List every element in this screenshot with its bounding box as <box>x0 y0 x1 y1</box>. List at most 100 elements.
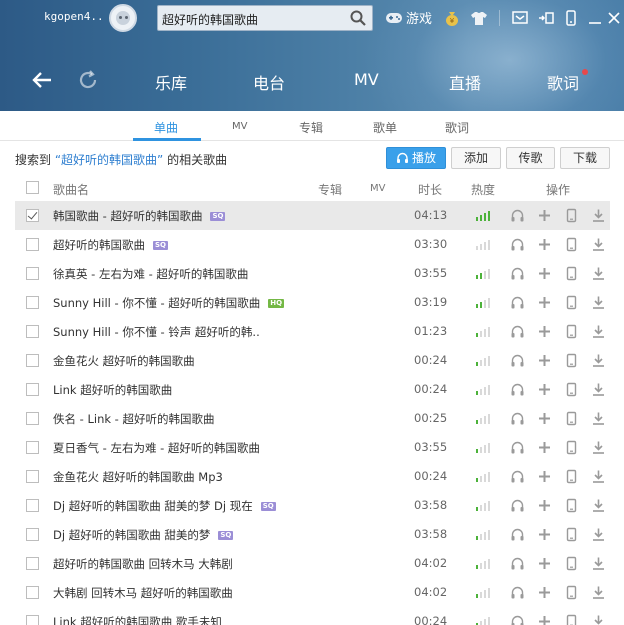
phone-icon[interactable] <box>564 208 579 223</box>
song-row[interactable]: 金鱼花火 超好听的韩国歌曲 Mp3 00:24 <box>15 462 610 491</box>
tshirt-icon[interactable] <box>470 9 488 27</box>
add-icon[interactable] <box>537 295 552 310</box>
song-title-cell[interactable]: Dj 超好听的韩国歌曲 甜美的梦 SQ <box>53 527 234 543</box>
add-icon[interactable] <box>537 237 552 252</box>
song-row[interactable]: 夏日香气 - 左右为难 - 超好听的韩国歌曲 03:55 <box>15 433 610 462</box>
song-row[interactable]: 大韩剧 回转木马 超好听的韩国歌曲 04:02 <box>15 578 610 607</box>
tab-playlists[interactable]: 歌单 <box>373 119 397 136</box>
message-box-icon[interactable] <box>511 9 529 27</box>
add-icon[interactable] <box>537 614 552 625</box>
headphones-icon[interactable] <box>510 498 525 513</box>
download-icon[interactable] <box>591 382 606 397</box>
headphones-icon[interactable] <box>510 237 525 252</box>
phone-icon[interactable] <box>564 353 579 368</box>
download-icon[interactable] <box>591 585 606 600</box>
headphones-icon[interactable] <box>510 614 525 625</box>
song-row[interactable]: 超好听的韩国歌曲 回转木马 大韩剧 04:02 <box>15 549 610 578</box>
download-icon[interactable] <box>591 469 606 484</box>
column-mv[interactable]: MV <box>370 183 385 194</box>
song-row[interactable]: Link 超好听的韩国歌曲 歌手未知 00:24 <box>15 607 610 625</box>
song-title-cell[interactable]: 韩国歌曲 - 超好听的韩国歌曲 SQ <box>53 208 226 224</box>
nav-item-lyrics[interactable]: 歌词 <box>547 70 579 94</box>
share-button[interactable]: 传歌 <box>506 147 555 169</box>
search-icon[interactable] <box>349 9 367 27</box>
headphones-icon[interactable] <box>510 527 525 542</box>
headphones-icon[interactable] <box>510 266 525 281</box>
song-title-cell[interactable]: 超好听的韩国歌曲 回转木马 大韩剧 <box>53 556 233 572</box>
phone-icon[interactable] <box>564 237 579 252</box>
song-row[interactable]: Sunny Hill - 你不懂 - 超好听的韩国歌曲 HQ 03:19 <box>15 288 610 317</box>
row-checkbox[interactable] <box>26 267 39 280</box>
download-icon[interactable] <box>591 440 606 455</box>
add-icon[interactable] <box>537 324 552 339</box>
song-title-cell[interactable]: Dj 超好听的韩国歌曲 甜美的梦 Dj 现在 SQ <box>53 498 276 514</box>
song-row[interactable]: 金鱼花火 超好听的韩国歌曲 00:24 <box>15 346 610 375</box>
song-title-cell[interactable]: Link 超好听的韩国歌曲 歌手未知 <box>53 614 222 625</box>
back-arrow-icon[interactable] <box>31 69 53 91</box>
nav-item-mv[interactable]: MV <box>354 70 379 89</box>
add-icon[interactable] <box>537 527 552 542</box>
song-row[interactable]: 徐真英 - 左右为难 - 超好听的韩国歌曲 03:55 <box>15 259 610 288</box>
song-title-cell[interactable]: 超好听的韩国歌曲 SQ <box>53 237 168 253</box>
column-duration[interactable]: 时长 <box>418 181 442 198</box>
row-checkbox[interactable] <box>26 412 39 425</box>
add-icon[interactable] <box>537 469 552 484</box>
download-icon[interactable] <box>591 614 606 625</box>
add-icon[interactable] <box>537 382 552 397</box>
row-checkbox[interactable] <box>26 383 39 396</box>
phone-icon[interactable] <box>564 527 579 542</box>
add-icon[interactable] <box>537 353 552 368</box>
headphones-icon[interactable] <box>510 208 525 223</box>
play-button[interactable]: 播放 <box>386 147 446 169</box>
close-icon[interactable] <box>605 9 623 27</box>
phone-icon[interactable] <box>564 498 579 513</box>
download-icon[interactable] <box>591 266 606 281</box>
phone-icon[interactable] <box>564 556 579 571</box>
add-icon[interactable] <box>537 440 552 455</box>
row-checkbox[interactable] <box>26 586 39 599</box>
headphones-icon[interactable] <box>510 469 525 484</box>
headphones-icon[interactable] <box>510 353 525 368</box>
minimize-icon[interactable] <box>586 9 604 27</box>
search-input[interactable]: 超好听的韩国歌曲 <box>157 5 373 31</box>
download-icon[interactable] <box>591 498 606 513</box>
row-checkbox[interactable] <box>26 615 39 625</box>
phone-icon[interactable] <box>564 382 579 397</box>
row-checkbox[interactable] <box>26 209 39 222</box>
add-button[interactable]: 添加 <box>451 147 501 169</box>
song-row[interactable]: Dj 超好听的韩国歌曲 甜美的梦 Dj 现在 SQ 03:58 <box>15 491 610 520</box>
mobile-icon[interactable] <box>562 9 580 27</box>
mini-mode-icon[interactable] <box>537 9 555 27</box>
song-row[interactable]: 超好听的韩国歌曲 SQ 03:30 <box>15 230 610 259</box>
song-row[interactable]: Link 超好听的韩国歌曲 00:24 <box>15 375 610 404</box>
username-label[interactable]: kgopen4.. <box>44 10 104 23</box>
song-title-cell[interactable]: 金鱼花火 超好听的韩国歌曲 <box>53 353 195 369</box>
headphones-icon[interactable] <box>510 324 525 339</box>
games-button[interactable]: 游戏 <box>385 8 432 27</box>
nav-item-library[interactable]: 乐库 <box>155 70 187 94</box>
row-checkbox[interactable] <box>26 296 39 309</box>
select-all-checkbox[interactable] <box>26 181 39 194</box>
tab-albums[interactable]: 专辑 <box>299 119 323 136</box>
download-icon[interactable] <box>591 411 606 426</box>
song-title-cell[interactable]: 夏日香气 - 左右为难 - 超好听的韩国歌曲 <box>53 440 260 456</box>
phone-icon[interactable] <box>564 614 579 625</box>
row-checkbox[interactable] <box>26 354 39 367</box>
song-title-cell[interactable]: 金鱼花火 超好听的韩国歌曲 Mp3 <box>53 469 223 485</box>
song-row[interactable]: Sunny Hill - 你不懂 - 铃声 超好听的韩.. 01:23 <box>15 317 610 346</box>
download-icon[interactable] <box>591 295 606 310</box>
phone-icon[interactable] <box>564 440 579 455</box>
download-button[interactable]: 下载 <box>560 147 610 169</box>
row-checkbox[interactable] <box>26 441 39 454</box>
headphones-icon[interactable] <box>510 411 525 426</box>
add-icon[interactable] <box>537 266 552 281</box>
add-icon[interactable] <box>537 556 552 571</box>
refresh-icon[interactable] <box>77 69 99 91</box>
phone-icon[interactable] <box>564 324 579 339</box>
row-checkbox[interactable] <box>26 557 39 570</box>
song-row[interactable]: 佚名 - Link - 超好听的韩国歌曲 00:25 <box>15 404 610 433</box>
headphones-icon[interactable] <box>510 440 525 455</box>
download-icon[interactable] <box>591 527 606 542</box>
add-icon[interactable] <box>537 208 552 223</box>
headphones-icon[interactable] <box>510 585 525 600</box>
